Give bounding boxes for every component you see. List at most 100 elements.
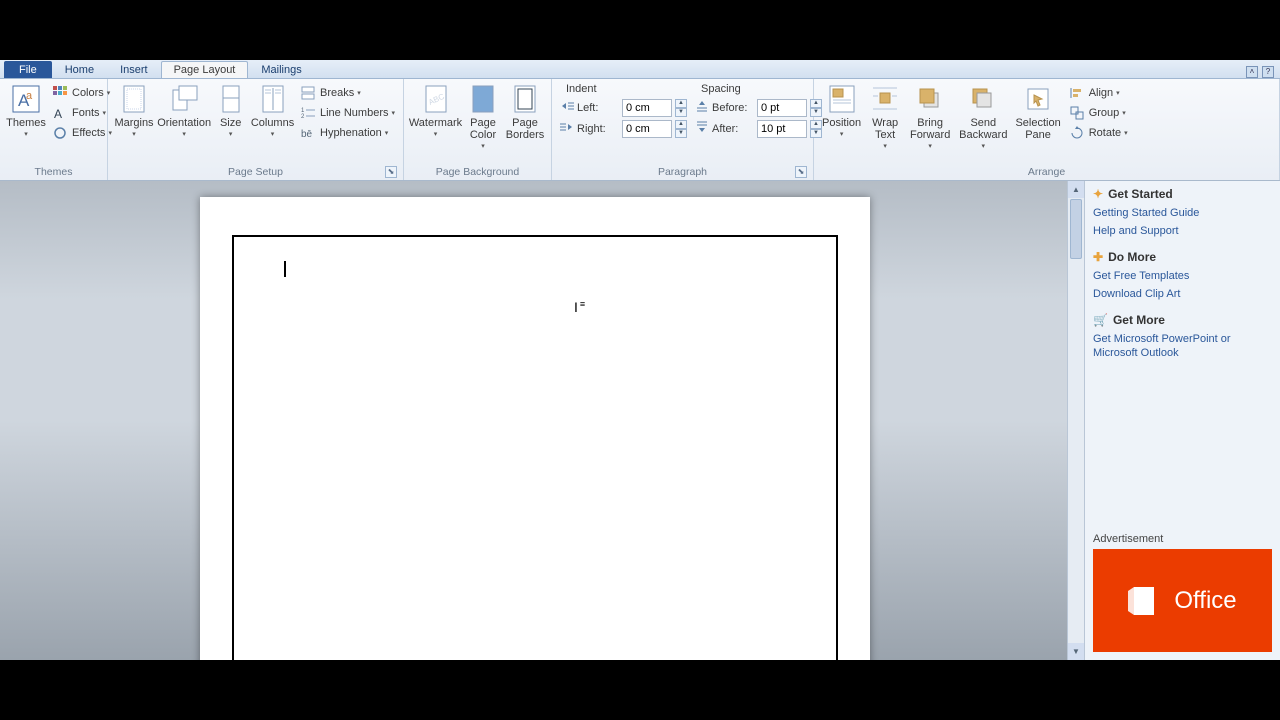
spacing-after-label: After: (712, 123, 754, 135)
indent-left-label: Left: (577, 102, 619, 114)
rotate-button[interactable]: Rotate▾ (1065, 123, 1132, 143)
indent-right-input[interactable] (622, 120, 672, 138)
svg-text:a: a (26, 90, 33, 102)
align-button[interactable]: Align▾ (1065, 83, 1132, 103)
group-arrange: Position▾ Wrap Text▾ Bring Forward▾ Send… (814, 79, 1280, 180)
pagesetup-dialog-launcher[interactable]: ⬊ (385, 166, 397, 178)
tab-page-layout[interactable]: Page Layout (161, 61, 249, 78)
indent-left-input[interactable] (622, 99, 672, 117)
paragraph-dialog-launcher[interactable]: ⬊ (795, 166, 807, 178)
line-numbers-button[interactable]: 12 Line Numbers▾ (296, 103, 399, 123)
help-icon[interactable]: ? (1262, 66, 1274, 78)
svg-text:A: A (54, 107, 62, 120)
orientation-icon (168, 83, 200, 115)
hyphenation-button[interactable]: bē Hyphenation▾ (296, 123, 399, 143)
tab-insert[interactable]: Insert (107, 61, 161, 78)
ribbon-minimize-icon[interactable]: ˄ (1246, 66, 1258, 78)
group-button[interactable]: Group▾ (1065, 103, 1132, 123)
position-button[interactable]: Position▾ (818, 81, 865, 138)
tab-home[interactable]: Home (52, 61, 107, 78)
text-caret (284, 261, 286, 277)
ibeam-cursor-icon: I (574, 299, 583, 315)
fonts-button[interactable]: A Fonts▾ (48, 103, 116, 123)
link-help-support[interactable]: Help and Support (1093, 222, 1272, 240)
align-icon (1069, 85, 1085, 101)
document-area[interactable]: I ▲ ▼ (0, 181, 1084, 660)
link-get-office[interactable]: Get Microsoft PowerPoint or Microsoft Ou… (1093, 330, 1272, 362)
scroll-up-icon[interactable]: ▲ (1068, 181, 1084, 198)
page-borders-icon (509, 83, 541, 115)
orientation-button[interactable]: Orientation▾ (156, 81, 212, 138)
breaks-button[interactable]: Breaks▾ (296, 83, 399, 103)
indent-right-label: Right: (577, 123, 619, 135)
watermark-icon: ABC (420, 83, 452, 115)
send-backward-icon (967, 83, 999, 115)
group-label-pagesetup: Page Setup⬊ (112, 164, 399, 180)
tab-file[interactable]: File (4, 61, 52, 78)
selection-pane-button[interactable]: Selection Pane (1011, 81, 1064, 141)
colors-icon (52, 85, 68, 101)
group-label-themes: Themes (4, 164, 103, 180)
breaks-icon (300, 85, 316, 101)
themes-button[interactable]: Aa Themes ▾ (4, 81, 48, 138)
page-border: I (232, 235, 838, 660)
group-label-pagebg: Page Background (408, 164, 547, 180)
cart-icon: 🛒 (1093, 313, 1108, 327)
sparkle-icon: ✦ (1093, 187, 1103, 201)
document-page[interactable]: I (200, 197, 870, 660)
group-page-background: ABC Watermark▾ Page Color▾ Page Borders … (404, 79, 552, 180)
indent-right-down[interactable]: ▼ (675, 129, 687, 138)
send-backward-button[interactable]: Send Backward▾ (955, 81, 1011, 150)
link-getting-started-guide[interactable]: Getting Started Guide (1093, 204, 1272, 222)
page-color-button[interactable]: Page Color▾ (463, 81, 503, 150)
group-label-arrange: Arrange (818, 164, 1275, 180)
ribbon: Aa Themes ▾ Colors▾ A Fonts▾ (0, 79, 1280, 181)
ribbon-tabs: File Home Insert Page Layout Mailings ˄ … (0, 60, 1280, 79)
hyphenation-icon: bē (300, 125, 316, 141)
indent-left-up[interactable]: ▲ (675, 99, 687, 108)
page-borders-button[interactable]: Page Borders (503, 81, 547, 141)
group-page-setup: Margins▾ Orientation▾ Size▾ Columns▾ (108, 79, 404, 180)
office-ad[interactable]: Office (1093, 549, 1272, 652)
workspace: I ▲ ▼ ✦ Get Started Getting Started Guid… (0, 181, 1280, 660)
link-free-templates[interactable]: Get Free Templates (1093, 267, 1272, 285)
columns-button[interactable]: Columns▾ (249, 81, 296, 138)
fonts-icon: A (52, 105, 68, 121)
watermark-button[interactable]: ABC Watermark▾ (408, 81, 463, 138)
svg-text:bē: bē (301, 129, 313, 140)
plus-icon: ✚ (1093, 250, 1103, 264)
effects-button[interactable]: Effects▾ (48, 123, 116, 143)
colors-button[interactable]: Colors▾ (48, 83, 116, 103)
group-icon (1069, 105, 1085, 121)
vertical-scrollbar[interactable]: ▲ ▼ (1067, 181, 1084, 660)
size-icon (215, 83, 247, 115)
spacing-before-label: Before: (712, 102, 754, 114)
wrap-text-icon (869, 83, 901, 115)
indent-left-icon (560, 99, 574, 116)
task-pane: ✦ Get Started Getting Started Guide Help… (1084, 181, 1280, 660)
scroll-down-icon[interactable]: ▼ (1068, 643, 1084, 660)
svg-text:2: 2 (301, 114, 305, 120)
scroll-thumb[interactable] (1070, 199, 1082, 259)
page-color-icon (467, 83, 499, 115)
wrap-text-button[interactable]: Wrap Text▾ (865, 81, 905, 150)
size-button[interactable]: Size▾ (212, 81, 249, 138)
tab-mailings[interactable]: Mailings (248, 61, 314, 78)
app-window: File Home Insert Page Layout Mailings ˄ … (0, 60, 1280, 660)
spacing-header: Spacing (695, 83, 822, 97)
group-themes: Aa Themes ▾ Colors▾ A Fonts▾ (0, 79, 108, 180)
link-download-clipart[interactable]: Download Clip Art (1093, 285, 1272, 303)
ad-label: Advertisement (1085, 529, 1280, 549)
indent-left-down[interactable]: ▼ (675, 108, 687, 117)
margins-button[interactable]: Margins▾ (112, 81, 156, 138)
indent-header: Indent (560, 83, 687, 97)
themes-icon: Aa (10, 83, 42, 115)
spacing-after-input[interactable] (757, 120, 807, 138)
spacing-before-input[interactable] (757, 99, 807, 117)
position-icon (826, 83, 858, 115)
indent-right-up[interactable]: ▲ (675, 120, 687, 129)
getstarted-header: ✦ Get Started (1093, 187, 1272, 201)
bring-forward-icon (914, 83, 946, 115)
group-paragraph: Indent Left: ▲▼ Right: ▲▼ Sp (552, 79, 814, 180)
bring-forward-button[interactable]: Bring Forward▾ (905, 81, 955, 150)
